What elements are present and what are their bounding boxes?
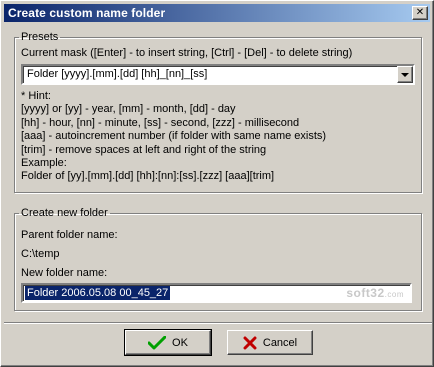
mask-dropdown-button[interactable] (397, 66, 413, 83)
check-icon (148, 335, 167, 350)
hint-line: [aaa] - autoincrement number (if folder … (21, 130, 327, 143)
watermark: soft32.com (346, 286, 404, 300)
new-folder-legend: Create new folder (21, 207, 108, 219)
current-mask-label: Current mask ([Enter] - to insert string… (21, 47, 353, 59)
close-button[interactable]: ✕ (412, 6, 428, 20)
hint-line: Folder of [yy].[mm].[dd] [hh]:[nn]:[ss].… (21, 170, 275, 183)
hint-text: * Hint: [yyyy] or [yy] - year, [mm] - mo… (21, 90, 326, 184)
dialog-window: Create custom name folder ✕ Presets Curr… (0, 0, 434, 367)
mask-combobox[interactable]: Folder [yyyy].[mm].[dd] [hh]_[nn]_[ss] (21, 64, 415, 85)
cancel-label: Cancel (262, 336, 298, 349)
watermark-suffix: .com (384, 290, 404, 299)
presets-legend: Presets (21, 31, 59, 43)
x-icon (243, 336, 257, 350)
hint-line: [hh] - hour, [nn] - minute, [ss] - secon… (21, 116, 300, 129)
mask-value[interactable]: Folder [yyyy].[mm].[dd] [hh]_[nn]_[ss] (27, 68, 207, 80)
new-folder-value[interactable]: Folder 2006.05.08 00_45_27 (25, 286, 171, 300)
divider (4, 322, 432, 324)
ok-button[interactable]: OK (124, 329, 212, 356)
hint-line: [trim] - remove spaces at left and right… (21, 143, 267, 156)
watermark-text: soft32 (346, 286, 385, 300)
window-title: Create custom name folder (8, 6, 166, 20)
new-folder-label: New folder name: (21, 267, 108, 279)
hint-line: * Hint: (21, 90, 51, 102)
hint-line: [yyyy] or [yy] - year, [mm] - month, [dd… (21, 103, 236, 116)
cancel-button[interactable]: Cancel (227, 330, 313, 355)
title-bar[interactable]: Create custom name folder ✕ (4, 4, 430, 22)
ok-label: OK (172, 336, 188, 349)
hint-line: Example: (21, 156, 67, 169)
parent-folder-label: Parent folder name: (21, 229, 118, 241)
chevron-down-icon (401, 72, 409, 77)
close-icon: ✕ (415, 7, 425, 18)
new-folder-input[interactable]: Folder 2006.05.08 00_45_27 soft32.com (21, 283, 412, 303)
parent-folder-value: C:\temp (21, 248, 60, 260)
